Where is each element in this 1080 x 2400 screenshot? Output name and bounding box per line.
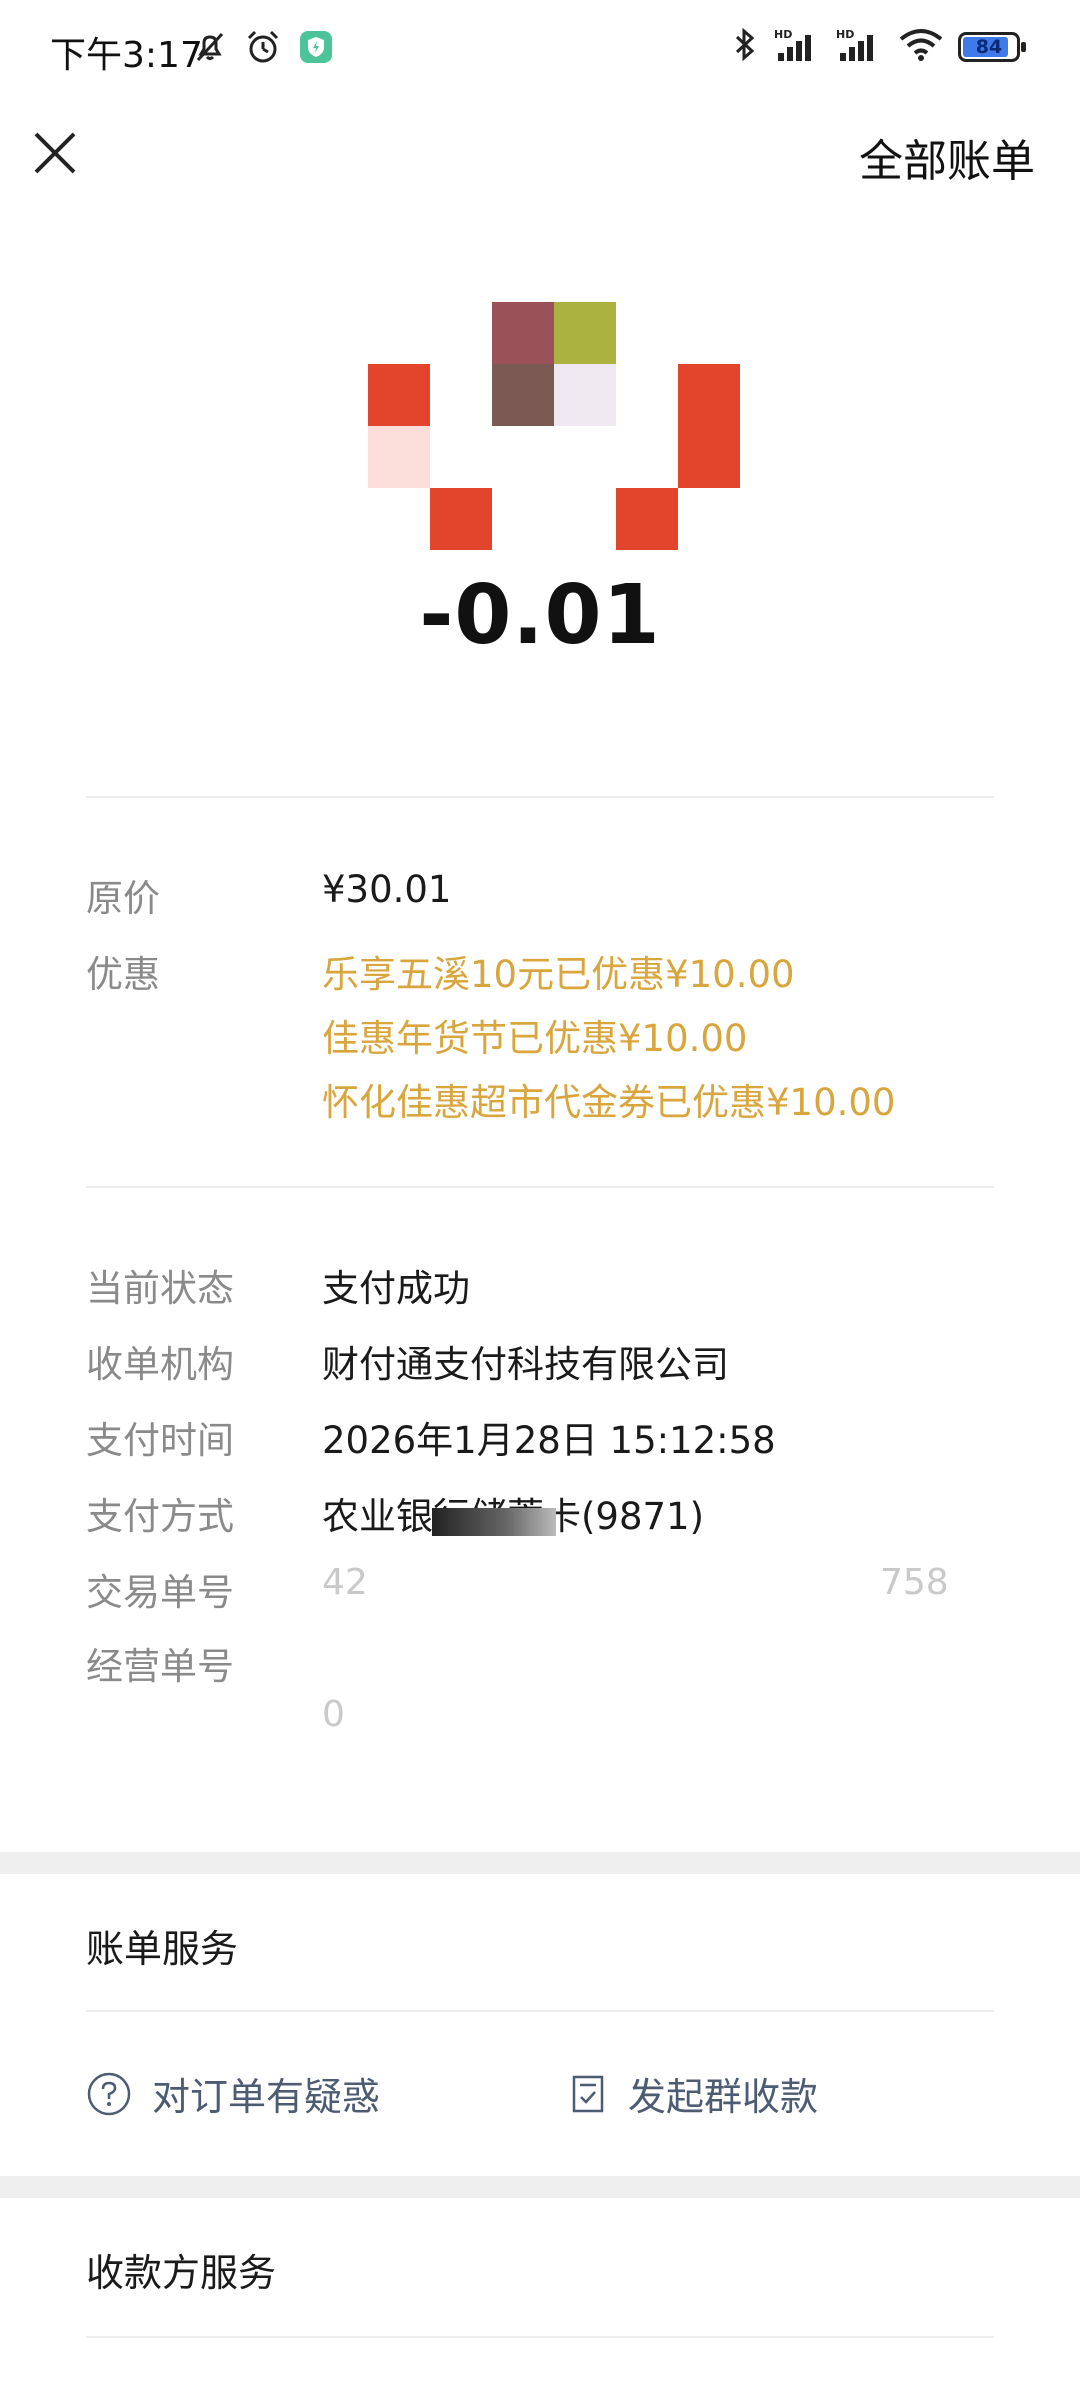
discount-line: 乐享五溪10元已优惠¥10.00 — [322, 953, 795, 996]
status-label: 当前状态 — [86, 1267, 234, 1310]
svg-text:HD: HD — [836, 28, 854, 41]
merchant-no-value[interactable]: 0 — [322, 1694, 345, 1735]
hd-signal-icon-1: HD — [774, 27, 822, 67]
payee-service-title: 收款方服务 — [86, 2251, 277, 2295]
svg-text:HD: HD — [774, 28, 792, 41]
trade-no-label: 交易单号 — [86, 1571, 234, 1614]
group-collect-button[interactable]: 发起群收款 — [568, 2066, 818, 2121]
order-question-button[interactable]: 对订单有疑惑 — [86, 2066, 380, 2121]
battery-icon: 84 — [958, 32, 1026, 62]
divider — [86, 1186, 994, 1188]
discount-line: 佳惠年货节已优惠¥10.00 — [322, 1017, 748, 1060]
merchant-logo — [368, 302, 740, 550]
institution-label: 收单机构 — [86, 1343, 234, 1386]
order-question-label: 对订单有疑惑 — [152, 2075, 381, 2119]
status-left-icons — [192, 28, 334, 70]
payment-amount: -0.01 — [419, 568, 661, 663]
status-right-icons: HD HD 84 — [730, 26, 1026, 68]
pay-method-label: 支付方式 — [86, 1495, 234, 1538]
status-time: 下午3:17 — [50, 35, 203, 76]
close-icon — [34, 132, 76, 174]
institution-value: 财付通支付科技有限公司 — [322, 1343, 729, 1386]
discount-label: 优惠 — [86, 953, 160, 996]
section-separator — [0, 2176, 1080, 2198]
discount-line: 怀化佳惠超市代金券已优惠¥10.00 — [322, 1081, 896, 1124]
bill-service-title: 账单服务 — [86, 1927, 239, 1971]
close-button[interactable] — [30, 128, 80, 178]
price-label: 原价 — [86, 877, 160, 920]
trade-no-value-end[interactable]: 758 — [880, 1562, 949, 1603]
merchant-no-label: 经营单号 — [86, 1645, 234, 1688]
pay-time-value: 2026年1月28日 15:12:58 — [322, 1419, 776, 1462]
shield-app-icon — [298, 29, 334, 69]
battery-level: 84 — [975, 36, 1003, 58]
divider — [86, 796, 994, 798]
divider — [86, 2336, 994, 2338]
status-bar: 下午3:17 HD HD 84 — [0, 0, 1080, 100]
trade-no-value-start[interactable]: 42 — [322, 1562, 368, 1603]
alarm-icon — [244, 28, 282, 70]
section-separator — [0, 1852, 1080, 1874]
all-bills-link[interactable]: 全部账单 — [859, 125, 1035, 189]
question-icon — [87, 2072, 131, 2115]
mute-bell-icon — [192, 29, 228, 69]
divider — [86, 2010, 994, 2012]
status-value: 支付成功 — [322, 1267, 470, 1310]
bluetooth-icon — [730, 26, 760, 68]
price-value: ¥30.01 — [322, 868, 452, 911]
redaction-mark — [432, 1508, 556, 1536]
pay-time-label: 支付时间 — [86, 1419, 234, 1462]
receipt-icon — [572, 2075, 604, 2112]
wifi-icon — [898, 27, 944, 67]
hd-signal-icon-2: HD — [836, 27, 884, 67]
group-collect-label: 发起群收款 — [628, 2075, 819, 2119]
